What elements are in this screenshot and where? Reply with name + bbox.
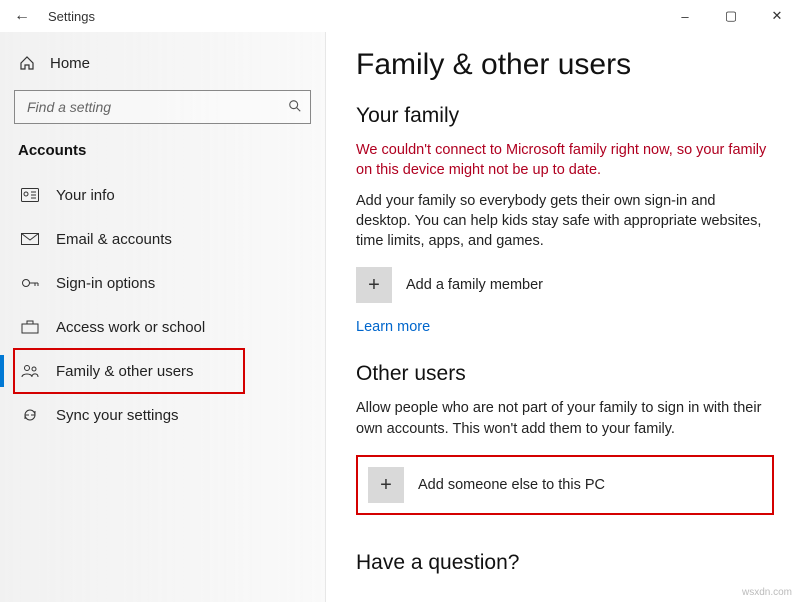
home-label: Home [50, 55, 90, 72]
sidebar-item-sync-settings[interactable]: Sync your settings [14, 393, 311, 437]
home-nav[interactable]: Home [14, 42, 311, 84]
window-title: Settings [44, 9, 95, 24]
minimize-button[interactable]: – [662, 0, 708, 32]
maximize-button[interactable]: ▢ [708, 0, 754, 32]
other-users-heading: Other users [356, 362, 774, 386]
plus-icon: + [356, 267, 392, 303]
close-button[interactable]: ✕ [754, 0, 800, 32]
back-button[interactable]: ← [0, 7, 44, 25]
sidebar-item-access-work-school[interactable]: Access work or school [14, 305, 311, 349]
learn-more-link[interactable]: Learn more [356, 319, 430, 335]
sidebar-item-email-accounts[interactable]: Email & accounts [14, 217, 311, 261]
sidebar-item-label: Family & other users [56, 363, 194, 380]
add-family-label: Add a family member [406, 277, 543, 293]
family-heading: Your family [356, 104, 774, 128]
user-card-icon [20, 188, 40, 202]
sidebar-item-label: Your info [56, 187, 115, 204]
family-error-text: We couldn't connect to Microsoft family … [356, 140, 774, 181]
briefcase-icon [20, 320, 40, 334]
other-users-body-text: Allow people who are not part of your fa… [356, 398, 774, 439]
main-content: Family & other users Your family We coul… [326, 32, 800, 602]
family-body-text: Add your family so everybody gets their … [356, 191, 774, 252]
plus-icon: + [368, 467, 404, 503]
titlebar: ← Settings – ▢ ✕ [0, 0, 800, 32]
watermark: wsxdn.com [742, 587, 792, 598]
people-icon [20, 364, 40, 378]
sidebar-item-label: Email & accounts [56, 231, 172, 248]
sidebar-item-label: Sync your settings [56, 407, 179, 424]
search-input[interactable] [25, 98, 288, 116]
home-icon [18, 55, 36, 71]
sidebar: Home Accounts Your info Email & accounts [0, 32, 326, 602]
have-question-heading: Have a question? [356, 551, 774, 575]
add-someone-else-button[interactable]: + Add someone else to this PC [356, 455, 774, 515]
sidebar-section-label: Accounts [14, 138, 311, 173]
mail-icon [20, 233, 40, 245]
search-box[interactable] [14, 90, 311, 124]
sidebar-item-label: Sign-in options [56, 275, 155, 292]
add-family-member-button[interactable]: + Add a family member [356, 267, 774, 303]
search-icon [288, 99, 302, 116]
add-other-label: Add someone else to this PC [418, 477, 605, 493]
sidebar-item-your-info[interactable]: Your info [14, 173, 311, 217]
sidebar-item-signin-options[interactable]: Sign-in options [14, 261, 311, 305]
page-title: Family & other users [356, 48, 774, 82]
key-icon [20, 276, 40, 290]
sidebar-item-family-other-users[interactable]: Family & other users [14, 349, 244, 393]
sync-icon [20, 407, 40, 423]
sidebar-item-label: Access work or school [56, 319, 205, 336]
